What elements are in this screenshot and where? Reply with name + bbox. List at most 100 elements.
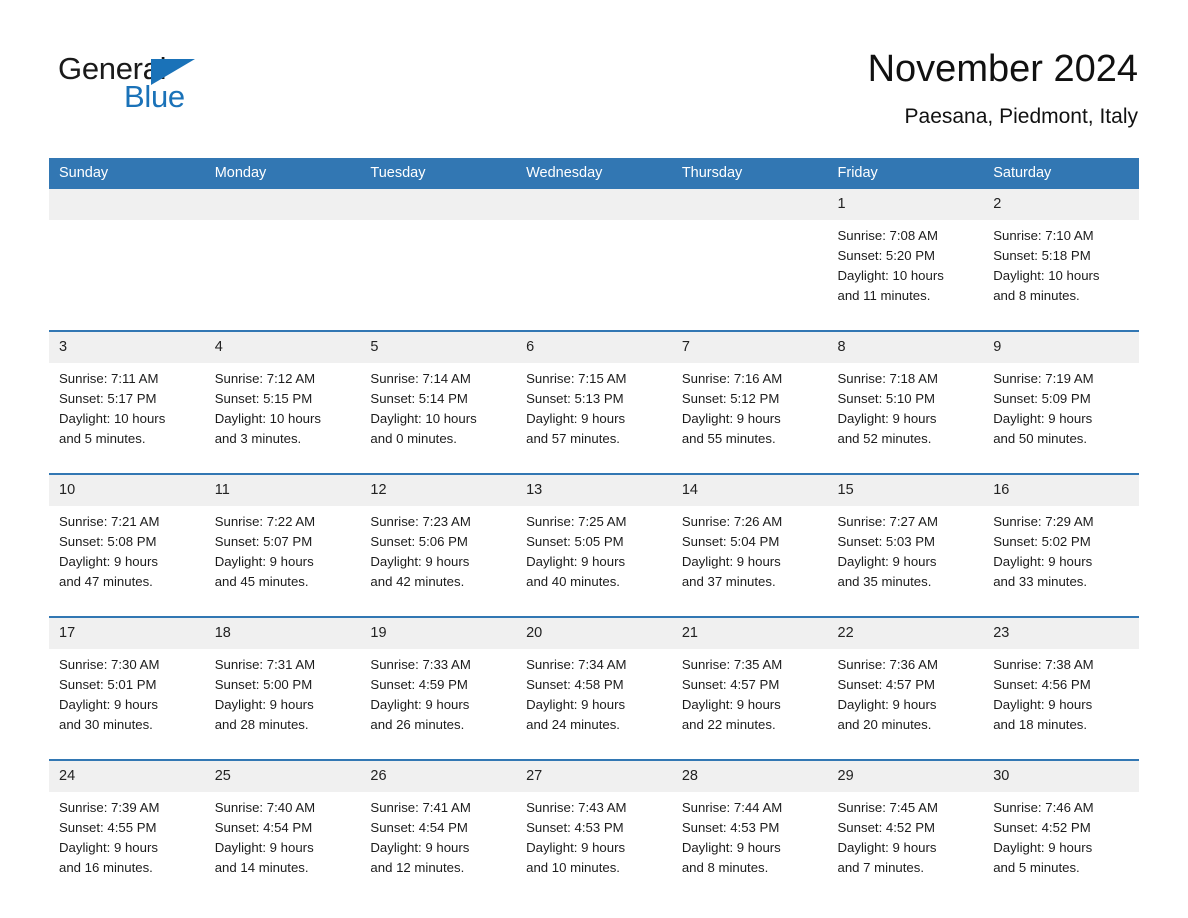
day-cell[interactable]: 24 Sunrise: 7:39 AM Sunset: 4:55 PM Dayl… — [49, 759, 205, 902]
day-number: 27 — [516, 761, 672, 792]
daylight-text-line1: Daylight: 9 hours — [681, 554, 781, 569]
sunset-text: Sunset: 4:56 PM — [993, 677, 1091, 692]
sunset-text: Sunset: 5:07 PM — [214, 534, 313, 549]
day-number: 1 — [827, 189, 984, 220]
daylight-text-line1: Daylight: 9 hours — [370, 554, 470, 569]
daylight-text-line1: Daylight: 9 hours — [214, 554, 314, 569]
day-cell[interactable]: 27 Sunrise: 7:43 AM Sunset: 4:53 PM Dayl… — [516, 759, 672, 902]
sunrise-text: Sunrise: 7:18 AM — [837, 371, 938, 386]
day-cell[interactable]: 2 Sunrise: 7:10 AM Sunset: 5:18 PM Dayli… — [983, 189, 1139, 331]
daylight-text-line2: and 55 minutes. — [681, 431, 776, 446]
day-number: 9 — [983, 332, 1139, 363]
day-cell[interactable]: 17 Sunrise: 7:30 AM Sunset: 5:01 PM Dayl… — [49, 616, 205, 760]
sunrise-text: Sunrise: 7:34 AM — [526, 657, 627, 672]
day-cell[interactable]: 8 Sunrise: 7:18 AM Sunset: 5:10 PM Dayli… — [827, 330, 984, 474]
sunset-text: Sunset: 5:03 PM — [837, 534, 936, 549]
sunset-text: Sunset: 5:20 PM — [837, 248, 936, 263]
page-header: General Blue November 2024 Paesana, Pied… — [0, 0, 1188, 155]
day-cell[interactable]: 14 Sunrise: 7:26 AM Sunset: 5:04 PM Dayl… — [671, 473, 828, 617]
daylight-text-line1: Daylight: 9 hours — [993, 554, 1093, 569]
daylight-text-line2: and 33 minutes. — [993, 574, 1088, 589]
day-number: 7 — [671, 332, 828, 363]
day-cell[interactable]: 7 Sunrise: 7:16 AM Sunset: 5:12 PM Dayli… — [671, 330, 828, 474]
day-cell[interactable]: 20 Sunrise: 7:34 AM Sunset: 4:58 PM Dayl… — [516, 616, 672, 760]
daylight-text-line1: Daylight: 9 hours — [526, 840, 626, 855]
day-cell[interactable]: 26 Sunrise: 7:41 AM Sunset: 4:54 PM Dayl… — [360, 759, 517, 902]
sunrise-text: Sunrise: 7:27 AM — [837, 514, 938, 529]
day-details — [516, 220, 672, 330]
sunset-text: Sunset: 4:59 PM — [370, 677, 468, 692]
day-details: Sunrise: 7:08 AM Sunset: 5:20 PM Dayligh… — [828, 220, 984, 330]
day-cell[interactable] — [671, 189, 828, 331]
daylight-text-line1: Daylight: 9 hours — [370, 697, 470, 712]
daylight-text-line2: and 5 minutes. — [993, 860, 1080, 875]
day-cell[interactable]: 10 Sunrise: 7:21 AM Sunset: 5:08 PM Dayl… — [49, 473, 205, 617]
daylight-text-line1: Daylight: 9 hours — [214, 697, 314, 712]
day-cell[interactable]: 6 Sunrise: 7:15 AM Sunset: 5:13 PM Dayli… — [516, 330, 672, 474]
day-cell[interactable]: 23 Sunrise: 7:38 AM Sunset: 4:56 PM Dayl… — [983, 616, 1139, 760]
day-cell[interactable] — [360, 189, 517, 331]
day-cell[interactable]: 25 Sunrise: 7:40 AM Sunset: 4:54 PM Dayl… — [204, 759, 361, 902]
sunset-text: Sunset: 5:15 PM — [214, 391, 313, 406]
day-cell[interactable]: 18 Sunrise: 7:31 AM Sunset: 5:00 PM Dayl… — [204, 616, 361, 760]
daylight-text-line1: Daylight: 9 hours — [993, 840, 1093, 855]
sunset-text: Sunset: 5:10 PM — [837, 391, 936, 406]
daylight-text-line1: Daylight: 9 hours — [526, 411, 626, 426]
calendar-week-row: 24 Sunrise: 7:39 AM Sunset: 4:55 PM Dayl… — [49, 759, 1139, 902]
day-cell[interactable]: 13 Sunrise: 7:25 AM Sunset: 5:05 PM Dayl… — [516, 473, 672, 617]
day-cell[interactable] — [516, 189, 672, 331]
sunset-text: Sunset: 5:18 PM — [993, 248, 1091, 263]
day-cell[interactable] — [49, 189, 205, 331]
daylight-text-line1: Daylight: 9 hours — [370, 840, 470, 855]
day-number: 17 — [49, 618, 205, 649]
day-cell[interactable]: 1 Sunrise: 7:08 AM Sunset: 5:20 PM Dayli… — [827, 189, 984, 331]
daylight-text-line1: Daylight: 10 hours — [370, 411, 477, 426]
daylight-text-line2: and 30 minutes. — [59, 717, 153, 732]
day-cell[interactable]: 21 Sunrise: 7:35 AM Sunset: 4:57 PM Dayl… — [671, 616, 828, 760]
daylight-text-line1: Daylight: 10 hours — [59, 411, 166, 426]
day-cell[interactable]: 3 Sunrise: 7:11 AM Sunset: 5:17 PM Dayli… — [49, 330, 205, 474]
day-number: 6 — [516, 332, 672, 363]
sunset-text: Sunset: 5:12 PM — [681, 391, 780, 406]
general-blue-logo[interactable]: General Blue — [58, 52, 258, 124]
day-details: Sunrise: 7:10 AM Sunset: 5:18 PM Dayligh… — [983, 220, 1139, 330]
day-cell[interactable]: 15 Sunrise: 7:27 AM Sunset: 5:03 PM Dayl… — [827, 473, 984, 617]
day-cell[interactable]: 28 Sunrise: 7:44 AM Sunset: 4:53 PM Dayl… — [671, 759, 828, 902]
calendar-body: 1 Sunrise: 7:08 AM Sunset: 5:20 PM Dayli… — [49, 189, 1139, 902]
sunrise-text: Sunrise: 7:26 AM — [681, 514, 783, 529]
day-cell[interactable] — [204, 189, 361, 331]
weekday-header-sunday: Sunday — [49, 158, 205, 189]
day-details: Sunrise: 7:36 AM Sunset: 4:57 PM Dayligh… — [828, 649, 984, 759]
day-cell[interactable]: 4 Sunrise: 7:12 AM Sunset: 5:15 PM Dayli… — [204, 330, 361, 474]
sunrise-text: Sunrise: 7:12 AM — [214, 371, 316, 386]
title-block: November 2024 Paesana, Piedmont, Italy — [868, 46, 1138, 129]
day-number: 24 — [49, 761, 205, 792]
day-number: 3 — [49, 332, 205, 363]
sunset-text: Sunset: 4:55 PM — [59, 820, 157, 835]
day-cell[interactable]: 12 Sunrise: 7:23 AM Sunset: 5:06 PM Dayl… — [360, 473, 517, 617]
day-details: Sunrise: 7:21 AM Sunset: 5:08 PM Dayligh… — [49, 506, 205, 616]
day-cell[interactable]: 9 Sunrise: 7:19 AM Sunset: 5:09 PM Dayli… — [983, 330, 1139, 474]
day-cell[interactable]: 5 Sunrise: 7:14 AM Sunset: 5:14 PM Dayli… — [360, 330, 517, 474]
day-cell[interactable]: 16 Sunrise: 7:29 AM Sunset: 5:02 PM Dayl… — [983, 473, 1139, 617]
daylight-text-line1: Daylight: 9 hours — [681, 411, 781, 426]
day-cell[interactable]: 30 Sunrise: 7:46 AM Sunset: 4:52 PM Dayl… — [983, 759, 1139, 902]
sunrise-text: Sunrise: 7:10 AM — [993, 228, 1094, 243]
calendar-week-row: 10 Sunrise: 7:21 AM Sunset: 5:08 PM Dayl… — [49, 473, 1139, 617]
calendar-page: General Blue November 2024 Paesana, Pied… — [0, 0, 1188, 918]
sunset-text: Sunset: 4:52 PM — [837, 820, 936, 835]
daylight-text-line1: Daylight: 9 hours — [526, 697, 626, 712]
calendar-header-row: Sunday Monday Tuesday Wednesday Thursday… — [49, 158, 1139, 189]
day-details — [672, 220, 828, 330]
day-cell[interactable]: 11 Sunrise: 7:22 AM Sunset: 5:07 PM Dayl… — [204, 473, 361, 617]
day-details: Sunrise: 7:43 AM Sunset: 4:53 PM Dayligh… — [516, 792, 672, 902]
day-cell[interactable]: 29 Sunrise: 7:45 AM Sunset: 4:52 PM Dayl… — [827, 759, 984, 902]
day-details: Sunrise: 7:34 AM Sunset: 4:58 PM Dayligh… — [516, 649, 672, 759]
day-number: 19 — [360, 618, 517, 649]
day-cell[interactable]: 19 Sunrise: 7:33 AM Sunset: 4:59 PM Dayl… — [360, 616, 517, 760]
day-details: Sunrise: 7:31 AM Sunset: 5:00 PM Dayligh… — [205, 649, 361, 759]
sunrise-text: Sunrise: 7:39 AM — [59, 800, 160, 815]
daylight-text-line2: and 28 minutes. — [214, 717, 309, 732]
sunset-text: Sunset: 5:08 PM — [59, 534, 157, 549]
day-cell[interactable]: 22 Sunrise: 7:36 AM Sunset: 4:57 PM Dayl… — [827, 616, 984, 760]
